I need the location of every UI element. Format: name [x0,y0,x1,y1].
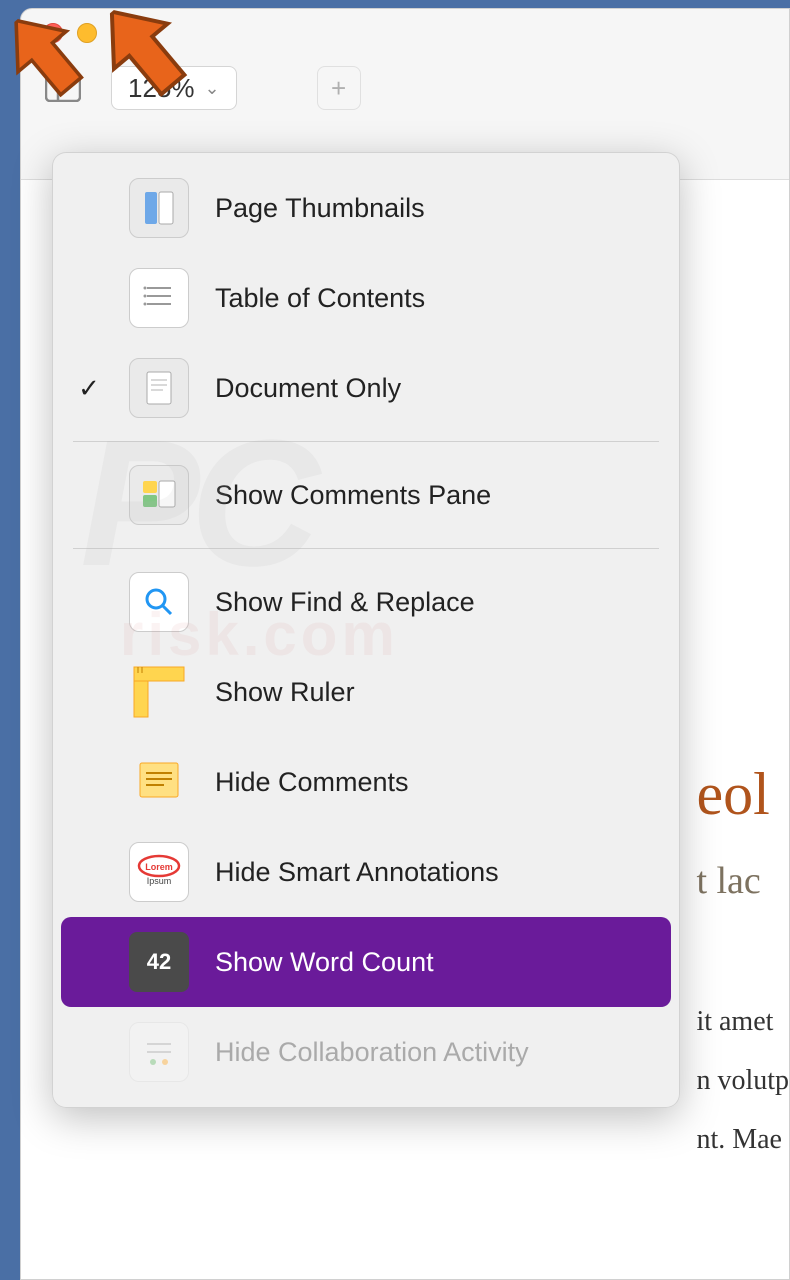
menu-item-label: Show Comments Pane [215,480,491,511]
menu-item-table-of-contents[interactable]: Table of Contents [53,253,679,343]
svg-text:Lorem: Lorem [145,862,173,872]
menu-item-hide-collaboration: Hide Collaboration Activity [53,1007,679,1097]
menu-item-show-comments-pane[interactable]: Show Comments Pane [53,450,679,540]
doc-body-fragment: it amet n volutp nt. Mae [696,993,789,1169]
comments-pane-icon [129,465,189,525]
menu-item-label: Hide Comments [215,767,409,798]
chevron-down-icon: ⌄ [205,78,220,99]
svg-text:Ipsum: Ipsum [147,876,172,886]
menu-item-label: Document Only [215,373,401,404]
doc-subtitle-fragment: t lac [696,859,789,903]
menu-item-label: Show Ruler [215,677,355,708]
checkmark-icon: ✓ [75,373,103,404]
menu-item-label: Show Word Count [215,947,434,978]
toc-icon [129,268,189,328]
document-icon [129,358,189,418]
menu-item-label: Page Thumbnails [215,193,425,224]
menu-item-hide-comments[interactable]: Hide Comments [53,737,679,827]
menu-item-label: Hide Collaboration Activity [215,1037,529,1068]
collab-icon [129,1022,189,1082]
menu-item-find-replace[interactable]: Show Find & Replace [53,557,679,647]
plus-icon: + [331,73,346,104]
menu-item-document-only[interactable]: ✓ Document Only [53,343,679,433]
menu-item-label: Show Find & Replace [215,587,475,618]
menu-item-label: Table of Contents [215,283,425,314]
menu-item-hide-smart-annotations[interactable]: Lorem Ipsum Hide Smart Annotations [53,827,679,917]
menu-item-show-ruler[interactable]: Show Ruler [53,647,679,737]
lorem-icon: Lorem Ipsum [129,842,189,902]
note-icon [129,752,189,812]
wordcount-icon: 42 [129,932,189,992]
menu-item-label: Hide Smart Annotations [215,857,499,888]
doc-title-fragment: eol [696,760,789,829]
view-dropdown-menu: Page Thumbnails Table of Contents ✓ Docu… [52,152,680,1108]
add-page-button[interactable]: + [317,66,361,110]
menu-item-page-thumbnails[interactable]: Page Thumbnails [53,163,679,253]
menu-separator [73,441,659,442]
search-icon [129,572,189,632]
menu-item-show-word-count[interactable]: 42 Show Word Count [61,917,671,1007]
thumbnails-icon [129,178,189,238]
menu-separator [73,548,659,549]
document-text-fragment: eol t lac it amet n volutp nt. Mae [696,760,789,1169]
ruler-icon [129,662,189,722]
